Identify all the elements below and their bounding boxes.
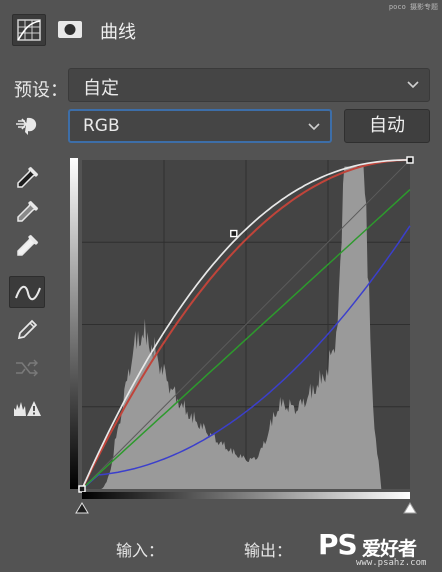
channel-dropdown[interactable]: RGB <box>68 109 332 143</box>
panel-title: 曲线 <box>100 22 136 43</box>
edit-points-curve-icon[interactable] <box>9 276 45 308</box>
preset-dropdown[interactable]: 自定 <box>68 68 430 102</box>
layer-mask-icon[interactable] <box>54 14 88 46</box>
curve-control-point[interactable] <box>230 229 238 238</box>
output-label: 输出： <box>244 541 293 560</box>
auto-button[interactable]: 自动 <box>344 109 430 143</box>
site-url: www.psahz.com <box>356 558 427 568</box>
chevron-down-icon <box>308 123 320 131</box>
pencil-draw-icon[interactable] <box>9 314 45 346</box>
site-logo-name: 爱好者 <box>362 538 417 560</box>
black-input-slider[interactable] <box>75 502 89 514</box>
smooth-curve-icon <box>9 352 45 384</box>
input-gradient-bar <box>82 492 410 499</box>
curve-control-point[interactable] <box>406 156 414 164</box>
gray-point-eyedropper-icon[interactable] <box>9 196 45 228</box>
input-label: 输入： <box>116 541 165 560</box>
on-image-adjust-icon[interactable] <box>9 110 45 142</box>
chevron-down-icon <box>407 81 419 89</box>
channel-value: RGB <box>83 116 120 136</box>
watermark-text: poco 摄影专题 <box>388 3 438 11</box>
curves-graph[interactable] <box>68 152 418 524</box>
white-input-slider[interactable] <box>403 502 417 514</box>
clipping-warning-icon[interactable] <box>9 392 45 424</box>
white-point-eyedropper-icon[interactable] <box>9 230 45 262</box>
curve-control-point[interactable] <box>78 485 86 493</box>
preset-value: 自定 <box>83 78 119 99</box>
site-logo-ps: PS <box>318 528 358 561</box>
preset-label: 预设： <box>14 80 68 101</box>
curves-adjustment-icon[interactable] <box>12 14 46 46</box>
output-gradient-bar <box>70 158 78 489</box>
black-point-eyedropper-icon[interactable] <box>9 162 45 194</box>
